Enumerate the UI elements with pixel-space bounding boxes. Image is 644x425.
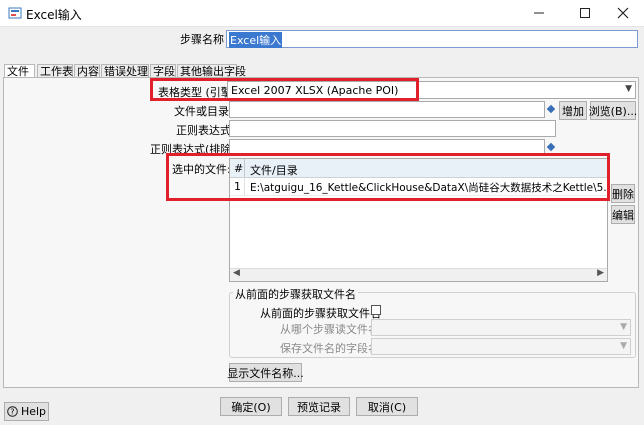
ok-button[interactable]: 确定(O)	[220, 397, 282, 416]
field-name-select[interactable]: ▼	[371, 338, 631, 355]
cancel-button[interactable]: 取消(C)	[356, 397, 418, 416]
from-step-select[interactable]: ▼	[371, 319, 631, 336]
column-header-path: 文件/目录	[250, 164, 298, 177]
minimize-icon	[534, 12, 544, 14]
column-divider	[244, 177, 245, 195]
scroll-left-icon[interactable]: ◀	[233, 268, 240, 278]
accept-filenames-checkbox[interactable]	[371, 305, 381, 315]
regex-exclude-input[interactable]	[229, 139, 545, 156]
app-icon	[8, 7, 22, 19]
window-title: Excel输入	[26, 8, 82, 22]
minimize-button[interactable]	[518, 0, 560, 26]
delete-button[interactable]: 删除	[611, 184, 635, 203]
add-button[interactable]: 增加	[559, 101, 587, 120]
horizontal-scrollbar[interactable]: ◀ ▶	[230, 268, 607, 281]
chevron-down-icon: ▼	[625, 84, 632, 94]
help-button[interactable]: ? Help	[4, 402, 49, 421]
maximize-button[interactable]	[564, 0, 606, 26]
close-icon	[617, 7, 629, 19]
excel-input-dialog: Excel输入 步骤名称 Excel输入 文件 工作表 内容 错误处理 字段 其…	[0, 0, 644, 425]
preview-button[interactable]: 预览记录	[288, 397, 350, 416]
tab-error-handling[interactable]: 错误处理	[101, 64, 149, 78]
scroll-right-icon[interactable]: ▶	[597, 268, 604, 278]
previous-step-group-title: 从前面的步骤获取文件名	[233, 286, 358, 302]
help-icon: ?	[7, 406, 18, 417]
file-or-dir-input[interactable]	[229, 101, 545, 118]
selected-files-table[interactable]: # 文件/目录 1 E:\atguigu_16_Kettle&ClickHous…	[229, 158, 608, 282]
step-name-input[interactable]: Excel输入	[226, 30, 638, 48]
regex-exclude-label: 正则表达式(排除)	[150, 143, 236, 156]
edit-button[interactable]: 编辑	[611, 205, 635, 224]
file-or-dir-label: 文件或目录	[174, 105, 229, 118]
step-name-value: Excel输入	[229, 32, 283, 48]
chevron-down-icon: ▼	[620, 322, 627, 332]
table-row[interactable]: 1 E:\atguigu_16_Kettle&ClickHouse&DataX\…	[230, 177, 607, 196]
selected-files-label: 选中的文件:	[172, 163, 231, 176]
regex-input[interactable]	[229, 120, 556, 137]
accept-filenames-label: 从前面的步骤获取文件名	[260, 307, 381, 320]
close-button[interactable]	[602, 0, 644, 26]
maximize-icon	[580, 8, 590, 18]
regex-label: 正则表达式	[176, 124, 231, 137]
file-path-cell: E:\atguigu_16_Kettle&ClickHouse&DataX\尚硅…	[250, 182, 608, 194]
tab-worksheet[interactable]: 工作表	[37, 64, 73, 78]
table-header: # 文件/目录	[230, 159, 607, 178]
tab-fields[interactable]: 字段	[150, 64, 176, 78]
help-label: Help	[20, 405, 47, 418]
step-name-label: 步骤名称	[180, 33, 224, 46]
spreadsheet-type-label: 表格类型 (引擎)	[158, 86, 237, 99]
tab-content[interactable]: 内容	[74, 64, 100, 78]
browse-button[interactable]: 浏览(B)...	[589, 101, 637, 120]
column-header-num: #	[234, 162, 244, 175]
title-bar: Excel输入	[0, 0, 644, 27]
tab-other-output-fields[interactable]: 其他输出字段	[177, 64, 246, 78]
spreadsheet-type-value: Excel 2007 XLSX (Apache POI)	[231, 84, 399, 97]
row-number: 1	[234, 180, 241, 193]
spreadsheet-type-select[interactable]: Excel 2007 XLSX (Apache POI) ▼	[227, 81, 636, 99]
chevron-down-icon: ▼	[620, 341, 627, 351]
from-step-label: 从哪个步骤读文件名	[280, 323, 379, 336]
show-filenames-button[interactable]: 显示文件名称...	[227, 363, 304, 382]
field-name-label: 保存文件名的字段名	[280, 342, 379, 355]
svg-text:?: ?	[10, 408, 14, 417]
column-divider	[244, 159, 245, 177]
